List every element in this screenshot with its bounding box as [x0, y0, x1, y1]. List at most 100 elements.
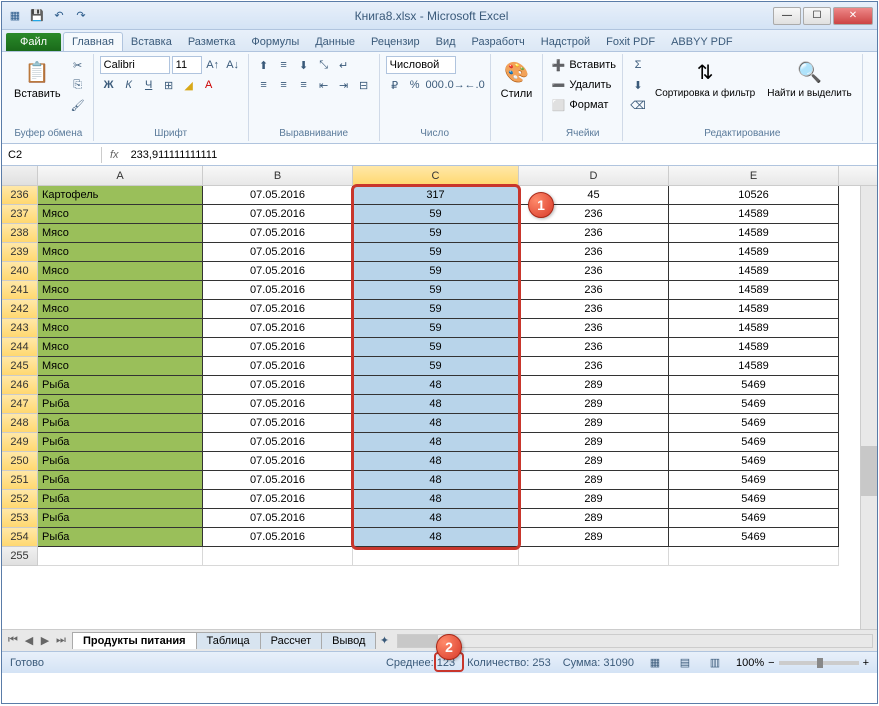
italic-icon[interactable]: К [120, 76, 138, 94]
cell[interactable]: 07.05.2016 [203, 186, 353, 205]
cell[interactable]: 236 [519, 300, 669, 319]
cell[interactable]: 07.05.2016 [203, 262, 353, 281]
cell[interactable]: 289 [519, 376, 669, 395]
row-header[interactable]: 239 [2, 243, 38, 262]
cell[interactable]: Мясо [38, 243, 203, 262]
row-header[interactable]: 248 [2, 414, 38, 433]
sort-filter-button[interactable]: ⇅ Сортировка и фильтр [651, 56, 759, 101]
cell[interactable]: 07.05.2016 [203, 414, 353, 433]
cell[interactable]: 07.05.2016 [203, 471, 353, 490]
align-center-icon[interactable]: ≡ [275, 76, 293, 94]
row-header[interactable]: 254 [2, 528, 38, 547]
cell[interactable]: 14589 [669, 338, 839, 357]
zoom-in-icon[interactable]: + [863, 657, 869, 669]
align-bottom-icon[interactable]: ⬇ [295, 56, 313, 74]
currency-icon[interactable]: ₽ [386, 76, 404, 94]
align-top-icon[interactable]: ⬆ [255, 56, 273, 74]
cell[interactable]: 289 [519, 471, 669, 490]
paste-button[interactable]: 📋 Вставить [10, 56, 65, 102]
cell[interactable]: 236 [519, 243, 669, 262]
align-middle-icon[interactable]: ≡ [275, 56, 293, 74]
tab-formulas[interactable]: Формулы [243, 33, 307, 51]
sheet-tab-3[interactable]: Вывод [321, 632, 376, 649]
align-left-icon[interactable]: ≡ [255, 76, 273, 94]
tab-developer[interactable]: Разработч [464, 33, 533, 51]
cell[interactable]: 289 [519, 490, 669, 509]
wrap-text-icon[interactable]: ↵ [335, 56, 353, 74]
redo-icon[interactable]: ↷ [72, 7, 90, 25]
styles-button[interactable]: 🎨 Стили [497, 56, 537, 102]
row-header[interactable]: 237 [2, 205, 38, 224]
cell[interactable]: 59 [353, 300, 519, 319]
cell[interactable]: 289 [519, 395, 669, 414]
cell[interactable] [203, 547, 353, 566]
fill-icon[interactable]: ⬇ [629, 76, 647, 94]
tab-file[interactable]: Файл [6, 33, 61, 51]
cell[interactable]: 07.05.2016 [203, 395, 353, 414]
save-icon[interactable]: 💾 [28, 7, 46, 25]
cell[interactable]: 14589 [669, 243, 839, 262]
cell[interactable]: 289 [519, 433, 669, 452]
increase-decimal-icon[interactable]: .0→ [446, 76, 464, 94]
delete-cells-icon[interactable]: ➖ [549, 76, 567, 94]
cell[interactable]: 07.05.2016 [203, 452, 353, 471]
cell[interactable]: 14589 [669, 300, 839, 319]
name-box[interactable]: C2 [2, 147, 102, 163]
cell[interactable]: 289 [519, 509, 669, 528]
cell[interactable] [519, 547, 669, 566]
cell[interactable]: 48 [353, 490, 519, 509]
cell[interactable]: Рыба [38, 452, 203, 471]
cell[interactable]: 48 [353, 414, 519, 433]
clear-icon[interactable]: ⌫ [629, 96, 647, 114]
vscroll-thumb[interactable] [861, 446, 877, 496]
cell[interactable]: 14589 [669, 262, 839, 281]
row-header[interactable]: 242 [2, 300, 38, 319]
sheet-next-icon[interactable]: ▶ [38, 634, 52, 647]
cell[interactable]: 236 [519, 224, 669, 243]
cell[interactable]: Мясо [38, 357, 203, 376]
font-size-combo[interactable] [172, 56, 202, 74]
cell[interactable]: Мясо [38, 262, 203, 281]
cell[interactable]: 48 [353, 376, 519, 395]
cell[interactable]: 48 [353, 471, 519, 490]
decrease-indent-icon[interactable]: ⇤ [315, 76, 333, 94]
close-button[interactable]: ✕ [833, 7, 873, 25]
copy-icon[interactable]: ⎘ [69, 76, 87, 94]
cell[interactable]: 59 [353, 243, 519, 262]
cell[interactable]: 236 [519, 262, 669, 281]
cell[interactable]: Мясо [38, 281, 203, 300]
sheet-prev-icon[interactable]: ◀ [22, 634, 36, 647]
cell[interactable]: 5469 [669, 395, 839, 414]
insert-label[interactable]: Вставить [569, 59, 616, 71]
bold-icon[interactable]: Ж [100, 76, 118, 94]
tab-data[interactable]: Данные [307, 33, 363, 51]
cell[interactable]: Рыба [38, 471, 203, 490]
cell[interactable]: 07.05.2016 [203, 338, 353, 357]
view-normal-icon[interactable]: ▦ [646, 654, 664, 672]
align-right-icon[interactable]: ≡ [295, 76, 313, 94]
font-name-combo[interactable] [100, 56, 170, 74]
cell[interactable]: 317 [353, 186, 519, 205]
row-header[interactable]: 253 [2, 509, 38, 528]
cell[interactable]: 48 [353, 452, 519, 471]
row-header[interactable]: 238 [2, 224, 38, 243]
cell[interactable]: 59 [353, 224, 519, 243]
tab-view[interactable]: Вид [428, 33, 464, 51]
font-color-icon[interactable]: A [200, 76, 218, 94]
cell[interactable]: 07.05.2016 [203, 357, 353, 376]
cell[interactable]: 07.05.2016 [203, 433, 353, 452]
delete-label[interactable]: Удалить [569, 79, 611, 91]
cell[interactable]: Мясо [38, 300, 203, 319]
tab-insert[interactable]: Вставка [123, 33, 180, 51]
fill-color-icon[interactable]: ◢ [180, 76, 198, 94]
cell[interactable]: 236 [519, 338, 669, 357]
maximize-button[interactable]: ☐ [803, 7, 831, 25]
cell[interactable]: 48 [353, 528, 519, 547]
cell[interactable]: 14589 [669, 281, 839, 300]
increase-font-icon[interactable]: A↑ [204, 56, 222, 74]
undo-icon[interactable]: ↶ [50, 7, 68, 25]
cell[interactable]: Рыба [38, 509, 203, 528]
tab-abbyy[interactable]: ABBYY PDF [663, 33, 741, 51]
cell[interactable]: 289 [519, 528, 669, 547]
cell[interactable]: 14589 [669, 319, 839, 338]
